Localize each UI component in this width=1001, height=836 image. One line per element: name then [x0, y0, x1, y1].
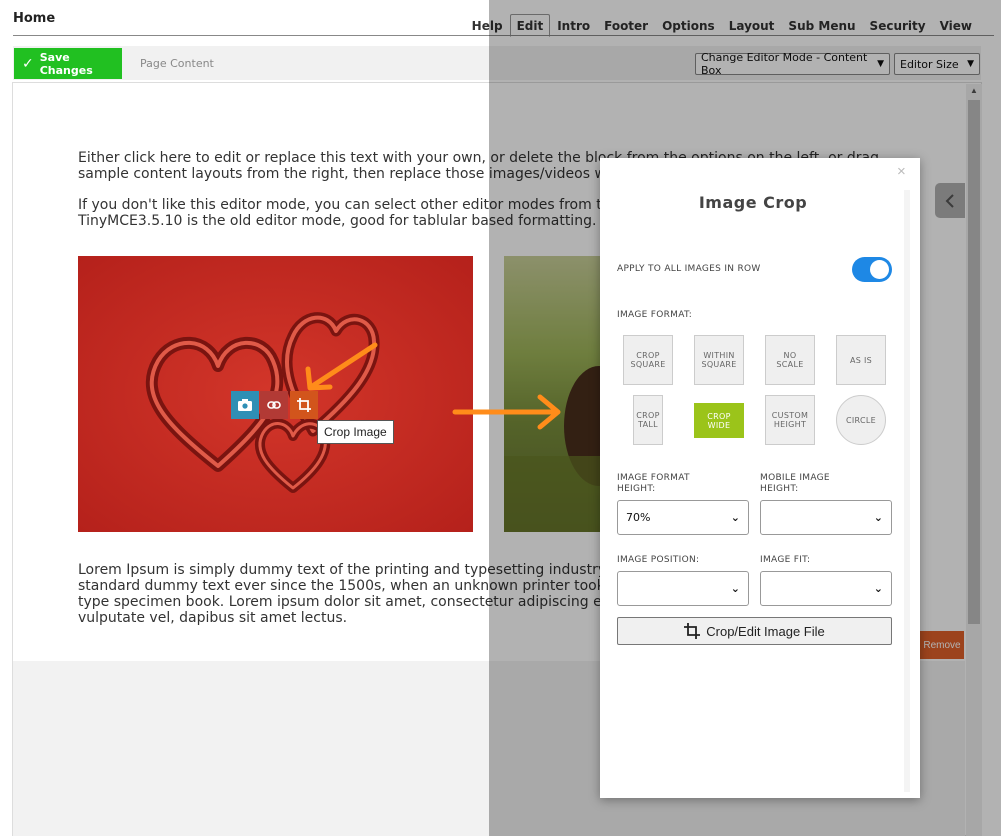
- format-line: TALL: [638, 420, 658, 429]
- modal-title: Image Crop: [698, 193, 808, 212]
- camera-icon: [238, 399, 252, 411]
- chevron-down-icon: ⌄: [873, 582, 883, 595]
- format-custom-height[interactable]: CUSTOM HEIGHT: [765, 395, 815, 445]
- format-line: SQUARE: [630, 360, 666, 369]
- format-height-value: 70%: [626, 511, 651, 524]
- format-no-scale[interactable]: NO SCALE: [765, 335, 815, 385]
- format-line: SQUARE: [701, 360, 737, 369]
- format-circle[interactable]: CIRCLE: [836, 395, 886, 445]
- image-position-label: IMAGE POSITION:: [617, 555, 700, 565]
- mobile-height-label: MOBILE IMAGE HEIGHT:: [760, 473, 830, 495]
- format-height-select[interactable]: 70% ⌄: [617, 500, 749, 535]
- format-line: CROP: [636, 351, 660, 360]
- format-line: CIRCLE: [845, 415, 876, 425]
- check-icon: ✓: [22, 55, 34, 72]
- chevron-down-icon: ⌄: [730, 511, 740, 524]
- page-title: Home: [13, 11, 56, 26]
- image-format-label: IMAGE FORMAT:: [617, 310, 693, 320]
- close-icon[interactable]: ×: [897, 163, 906, 180]
- format-line: CUSTOM: [771, 411, 809, 420]
- format-within-square[interactable]: WITHIN SQUARE: [694, 335, 744, 385]
- replace-image-button[interactable]: [231, 391, 259, 419]
- format-crop-wide[interactable]: CROP WIDE: [694, 403, 744, 438]
- format-line: CROP: [707, 411, 731, 421]
- annotation-arrows: [305, 342, 561, 430]
- format-line: HEIGHT: [773, 420, 807, 429]
- link-icon: [267, 401, 281, 409]
- arrow-to-crop-button: [311, 342, 378, 388]
- crop-edit-label: Crop/Edit Image File: [706, 623, 825, 639]
- link-image-button[interactable]: [260, 391, 288, 419]
- mobile-height-select[interactable]: ⌄: [760, 500, 892, 535]
- save-changes-label: Save Changes: [39, 50, 93, 77]
- apply-all-label: APPLY TO ALL IMAGES IN ROW: [617, 264, 761, 274]
- label-line: HEIGHT:: [617, 484, 656, 494]
- format-crop-square[interactable]: CROP SQUARE: [623, 335, 673, 385]
- label-line: IMAGE FORMAT: [617, 473, 690, 483]
- toggle-knob: [870, 260, 889, 279]
- chevron-down-icon: ⌄: [730, 582, 740, 595]
- image-fit-select[interactable]: ⌄: [760, 571, 892, 606]
- modal-scrollbar[interactable]: [904, 190, 910, 792]
- image-position-select[interactable]: ⌄: [617, 571, 749, 606]
- image-fit-label: IMAGE FIT:: [760, 555, 811, 565]
- format-height-label: IMAGE FORMAT HEIGHT:: [617, 473, 690, 495]
- format-crop-tall[interactable]: CROP TALL: [633, 395, 663, 445]
- save-changes-button[interactable]: ✓ Save Changes: [14, 48, 122, 79]
- chevron-down-icon: ⌄: [873, 511, 883, 524]
- crop-edit-image-button[interactable]: Crop/Edit Image File: [617, 617, 892, 645]
- format-line: CROP: [636, 411, 660, 420]
- format-line: WITHIN: [703, 351, 735, 360]
- format-line: AS IS: [849, 355, 873, 365]
- crop-icon: [684, 623, 701, 639]
- page-content-label: Page Content: [140, 57, 214, 70]
- format-line: SCALE: [776, 360, 804, 369]
- paragraph-3-line-4[interactable]: vulputate vel, dapibus sit amet lectus.: [78, 610, 347, 626]
- format-line: WIDE: [707, 420, 731, 430]
- label-line: HEIGHT:: [760, 484, 799, 494]
- format-line: NO: [783, 351, 797, 360]
- label-line: MOBILE IMAGE: [760, 473, 830, 483]
- format-as-is[interactable]: AS IS: [836, 335, 886, 385]
